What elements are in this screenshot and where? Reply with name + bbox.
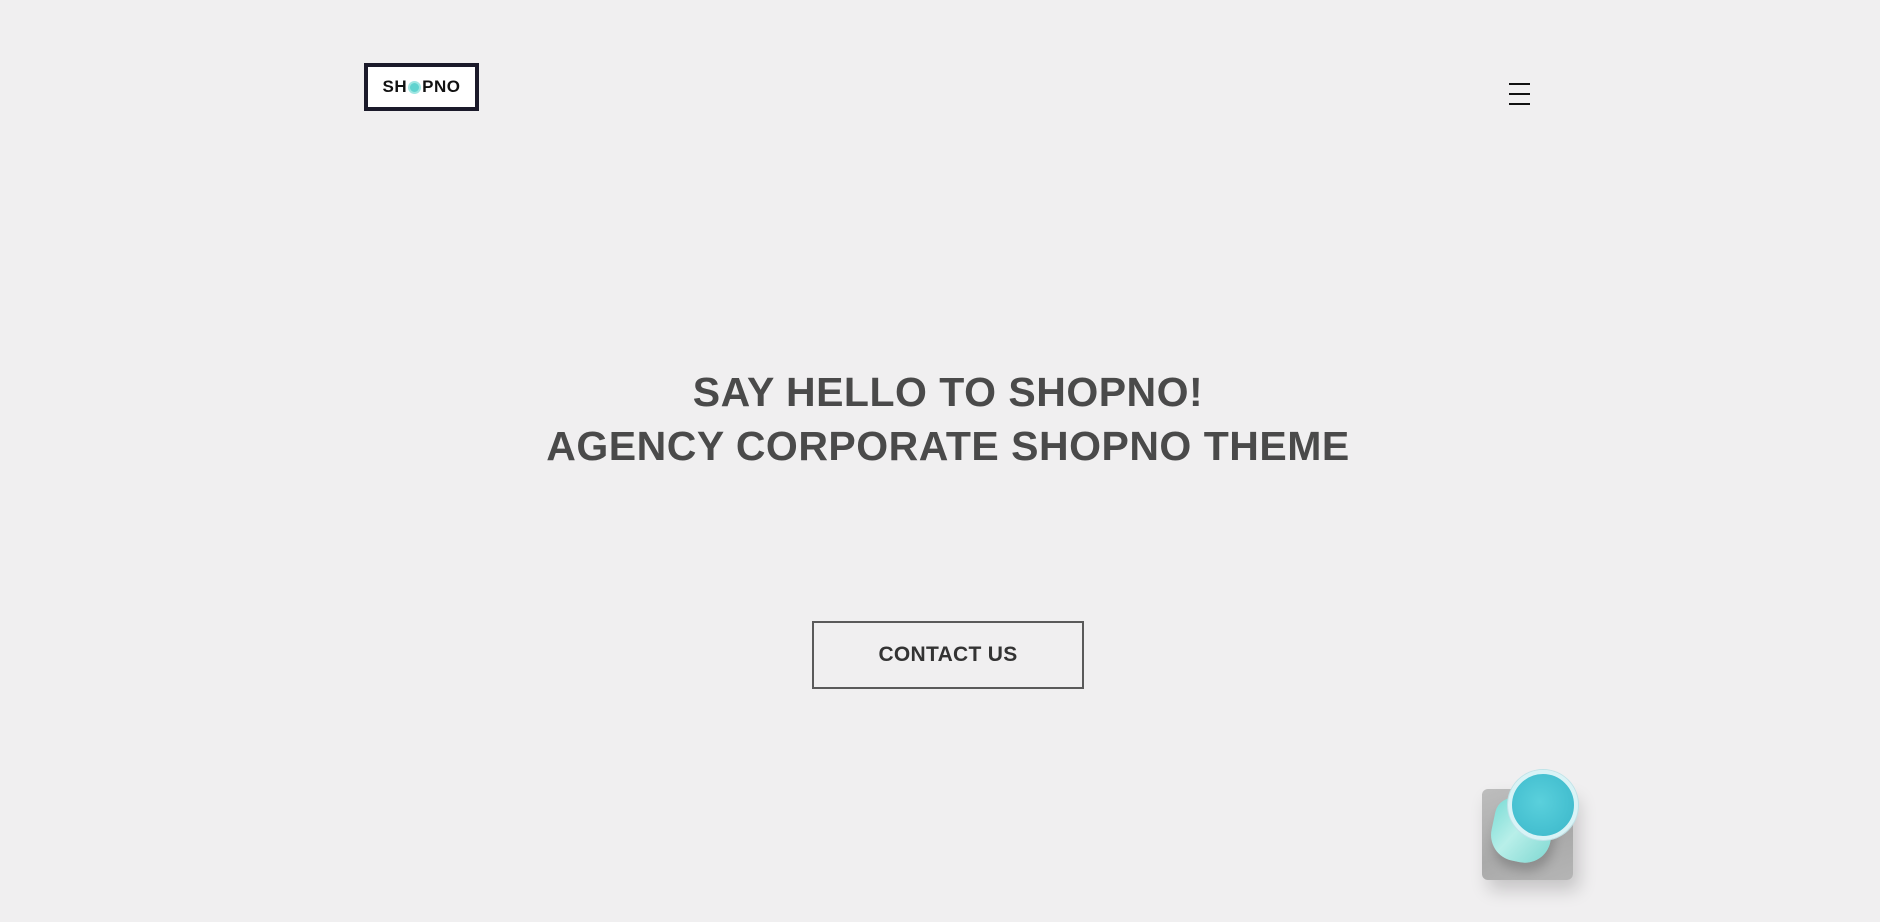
hero-heading: SAY HELLO TO SHOPNO! AGENCY CORPORATE SH… xyxy=(0,365,1880,473)
hero-heading-line-1: SAY HELLO TO SHOPNO! xyxy=(692,369,1204,415)
menu-bar-bottom xyxy=(1509,103,1530,105)
menu-bar-top xyxy=(1509,83,1530,85)
menu-bar-middle xyxy=(1509,93,1530,95)
contact-us-button[interactable]: CONTACT US xyxy=(812,621,1084,689)
decorative-cup-image xyxy=(1478,768,1584,884)
hero-heading-line-2: AGENCY CORPORATE SHOPNO THEME xyxy=(546,423,1350,469)
site-logo[interactable]: SH PNO xyxy=(364,63,479,111)
cup-top-shape xyxy=(1508,770,1578,840)
logo-text-end: PNO xyxy=(422,77,461,96)
logo-circle-icon xyxy=(408,80,422,94)
logo-wordmark: SH PNO xyxy=(383,77,461,97)
hamburger-menu-icon[interactable] xyxy=(1505,80,1535,108)
logo-text-start: SH xyxy=(382,77,408,96)
